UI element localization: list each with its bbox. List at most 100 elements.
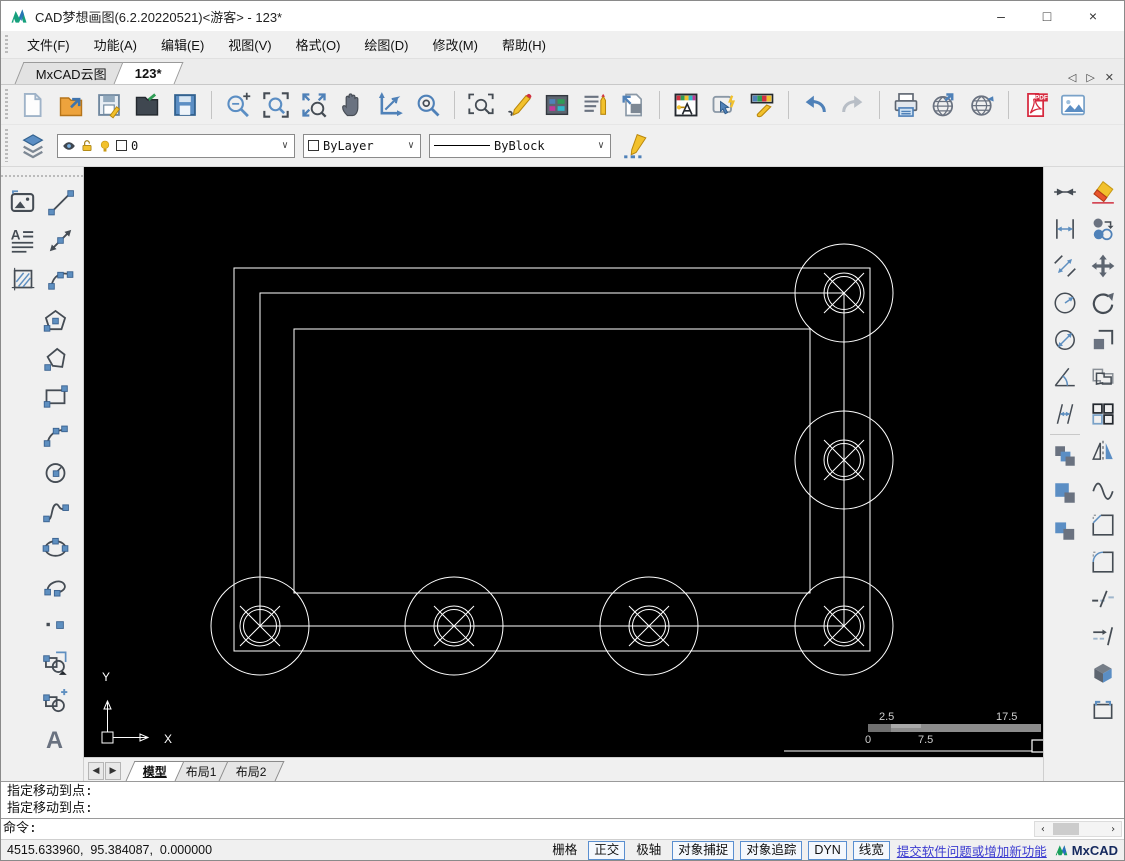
zoom-dynamic-icon[interactable]: [374, 89, 406, 121]
match-properties-icon[interactable]: [746, 89, 778, 121]
scroll-right-icon[interactable]: ›: [1105, 824, 1121, 835]
hatch-icon[interactable]: [4, 259, 40, 297]
mirror-icon[interactable]: [1085, 432, 1121, 469]
spline-icon[interactable]: [37, 491, 73, 529]
menu-item-5[interactable]: 格式(O): [284, 31, 353, 58]
scale-icon[interactable]: [1085, 321, 1121, 358]
move-icon[interactable]: [1085, 247, 1121, 284]
xline-icon[interactable]: [42, 221, 78, 259]
arc-icon[interactable]: [42, 259, 78, 297]
chevron-down-icon[interactable]: ∨: [596, 140, 606, 151]
block-icon[interactable]: [37, 643, 73, 681]
menu-item-1[interactable]: 文件(F): [15, 31, 82, 58]
redo-icon[interactable]: [837, 89, 869, 121]
palette-window-icon[interactable]: [541, 89, 573, 121]
quick-select-icon[interactable]: [708, 89, 740, 121]
document-tab[interactable]: MxCAD云图: [14, 62, 129, 84]
offset-icon[interactable]: [1085, 358, 1121, 395]
layout-prev-icon[interactable]: ◀: [88, 761, 104, 780]
minimize-button[interactable]: –: [978, 2, 1024, 30]
command-line-panel[interactable]: 指定移动到点: 指定移动到点: 命令: ‹ ›: [1, 781, 1124, 839]
clipboard-copy-icon[interactable]: [1047, 474, 1083, 511]
bulb-icon[interactable]: [98, 139, 112, 153]
erase-icon[interactable]: [1085, 173, 1121, 210]
toolbar-grip[interactable]: [5, 89, 8, 120]
status-toggle-极轴[interactable]: 极轴: [631, 842, 666, 859]
dim-break-icon[interactable]: [1047, 173, 1083, 210]
linetype-dropdown[interactable]: ByBlock ∨: [429, 133, 611, 158]
eye-icon[interactable]: [62, 139, 76, 153]
web-refresh-icon[interactable]: [966, 89, 998, 121]
arc-polyline-icon[interactable]: [37, 415, 73, 453]
save-as-icon[interactable]: [169, 89, 201, 121]
clipboard-paste-icon[interactable]: [1047, 511, 1083, 548]
tab-close-icon[interactable]: ✕: [1105, 71, 1114, 84]
page-setup-icon[interactable]: [617, 89, 649, 121]
print-icon[interactable]: [890, 89, 922, 121]
menu-item-8[interactable]: 帮助(H): [490, 31, 558, 58]
array-icon[interactable]: [1085, 395, 1121, 432]
toolbar-grip[interactable]: [1, 173, 83, 181]
status-toggle-DYN[interactable]: DYN: [808, 840, 847, 860]
unlock-icon[interactable]: [80, 139, 94, 153]
command-prompt[interactable]: 命令:: [1, 819, 1124, 839]
layer-dropdown[interactable]: 0 ∨: [57, 133, 295, 158]
save-icon[interactable]: [93, 89, 125, 121]
line-icon[interactable]: [42, 183, 78, 221]
zoom-scale-icon[interactable]: [222, 89, 254, 121]
fit-curve-icon[interactable]: [1085, 469, 1121, 506]
maximize-button[interactable]: □: [1024, 2, 1070, 30]
rectangle-icon[interactable]: [37, 377, 73, 415]
text-edit-icon[interactable]: [579, 89, 611, 121]
fillet-icon[interactable]: [1085, 543, 1121, 580]
dim-aligned-icon[interactable]: [1047, 247, 1083, 284]
polyline-icon[interactable]: [37, 339, 73, 377]
web-publish-icon[interactable]: [928, 89, 960, 121]
close-button[interactable]: ×: [1070, 2, 1116, 30]
mtext-icon[interactable]: A: [4, 221, 40, 259]
menu-item-7[interactable]: 修改(M): [420, 31, 490, 58]
document-tab[interactable]: 123*: [113, 62, 183, 84]
open-drawing-icon[interactable]: [55, 89, 87, 121]
open-file-icon[interactable]: [131, 89, 163, 121]
status-toggle-线宽[interactable]: 线宽: [852, 840, 890, 860]
zoom-window-icon[interactable]: [260, 89, 292, 121]
dim-linear-icon[interactable]: [1047, 210, 1083, 247]
status-toggle-对象追踪[interactable]: 对象追踪: [740, 840, 803, 860]
extend-icon[interactable]: [1085, 617, 1121, 654]
raster-image-icon[interactable]: [4, 183, 40, 221]
break-icon[interactable]: [1085, 580, 1121, 617]
menu-item-4[interactable]: 视图(V): [216, 31, 283, 58]
rotate-icon[interactable]: [1085, 284, 1121, 321]
chamfer-icon[interactable]: [1085, 506, 1121, 543]
scrollbar-thumb[interactable]: [1053, 823, 1079, 835]
sketch-pencil-icon[interactable]: [503, 89, 535, 121]
clipboard-cut-icon[interactable]: [1047, 437, 1083, 474]
layers-stack-icon[interactable]: [17, 130, 49, 162]
command-scrollbar[interactable]: ‹ ›: [1034, 821, 1122, 837]
dim-continue-icon[interactable]: [1047, 395, 1083, 432]
ellipse-icon[interactable]: [37, 529, 73, 567]
undo-icon[interactable]: [799, 89, 831, 121]
tab-scroll-left-icon[interactable]: ◁: [1068, 71, 1076, 84]
point-icon[interactable]: [37, 605, 73, 643]
menu-item-2[interactable]: 功能(A): [82, 31, 149, 58]
ellipse-arc-icon[interactable]: [37, 567, 73, 605]
dim-angular-icon[interactable]: [1047, 358, 1083, 395]
menu-item-3[interactable]: 编辑(E): [149, 31, 216, 58]
status-toggle-栅格[interactable]: 栅格: [547, 842, 582, 859]
status-toggle-对象捕捉[interactable]: 对象捕捉: [672, 840, 735, 860]
status-toggle-正交[interactable]: 正交: [588, 840, 626, 860]
insert-block-icon[interactable]: [37, 681, 73, 719]
layer-manager-icon[interactable]: [670, 89, 702, 121]
image-export-icon[interactable]: [1057, 89, 1089, 121]
zoom-center-icon[interactable]: [412, 89, 444, 121]
copy-icon[interactable]: [1085, 210, 1121, 247]
layout-next-icon[interactable]: ▶: [105, 761, 121, 780]
text-icon[interactable]: A: [37, 719, 73, 757]
pan-icon[interactable]: [336, 89, 368, 121]
color-dropdown[interactable]: ByLayer ∨: [303, 133, 421, 158]
menu-item-6[interactable]: 绘图(D): [352, 31, 420, 58]
pdf-export-icon[interactable]: PDF: [1019, 89, 1051, 121]
dim-radius-icon[interactable]: [1047, 284, 1083, 321]
